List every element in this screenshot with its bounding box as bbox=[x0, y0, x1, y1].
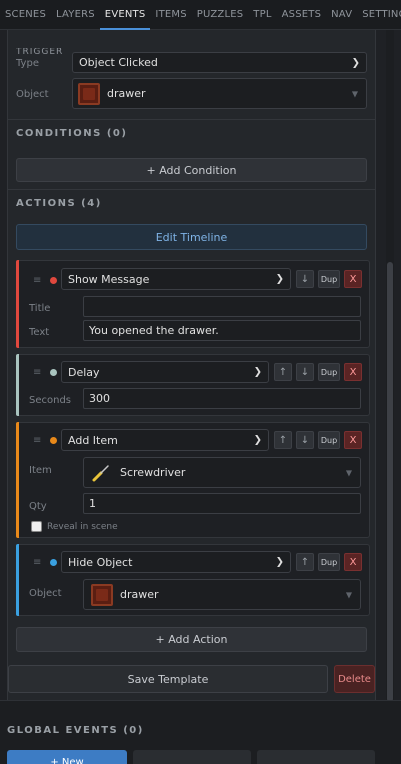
global-events-button-2[interactable] bbox=[133, 750, 251, 764]
drag-handle-icon[interactable]: ≡ bbox=[33, 435, 41, 446]
message-title-input[interactable] bbox=[83, 296, 361, 317]
trigger-type-label: Type bbox=[16, 58, 39, 69]
remove-action-button[interactable]: X bbox=[344, 431, 362, 449]
drag-handle-icon[interactable]: ≡ bbox=[33, 367, 41, 378]
reveal-in-scene-label: Reveal in scene bbox=[47, 522, 118, 532]
drag-handle-icon[interactable]: ≡ bbox=[33, 557, 41, 568]
duplicate-button[interactable]: Dup bbox=[318, 363, 340, 381]
item-picker[interactable]: Screwdriver ▼ bbox=[83, 457, 361, 488]
tab-assets[interactable]: ASSETS bbox=[277, 0, 327, 30]
action-type-select[interactable]: Show Message ❯ bbox=[61, 268, 291, 290]
drawer-thumbnail-icon bbox=[91, 584, 113, 606]
triangle-down-icon: ▼ bbox=[351, 89, 358, 98]
action-color-dot bbox=[50, 437, 57, 444]
remove-action-button[interactable]: X bbox=[344, 270, 362, 288]
chevron-down-icon: ❯ bbox=[351, 57, 360, 68]
reveal-in-scene-checkbox[interactable] bbox=[31, 521, 42, 532]
action-color-bar bbox=[16, 260, 19, 348]
triangle-down-icon: ▼ bbox=[345, 468, 352, 477]
edit-timeline-button[interactable]: Edit Timeline bbox=[16, 224, 367, 250]
action-type-select[interactable]: Hide Object ❯ bbox=[61, 551, 291, 573]
field-label-qty: Qty bbox=[29, 501, 47, 512]
drag-handle-icon[interactable]: ≡ bbox=[33, 275, 41, 286]
tab-nav[interactable]: NAV bbox=[326, 0, 357, 30]
field-label-title: Title bbox=[29, 303, 51, 314]
move-up-button[interactable]: ↑ bbox=[274, 363, 292, 381]
trigger-object-value: drawer bbox=[107, 87, 146, 100]
action-card-delay: ≡ Delay ❯ ↑ ↓ Dup X Seconds 300 bbox=[16, 354, 370, 416]
tab-items[interactable]: ITEMS bbox=[150, 0, 191, 30]
conditions-header: CONDITIONS (0) bbox=[16, 128, 128, 139]
tab-scenes[interactable]: SCENES bbox=[0, 0, 51, 30]
global-events-header: GLOBAL EVENTS (0) bbox=[7, 725, 144, 736]
delete-button[interactable]: Delete bbox=[334, 665, 375, 693]
trigger-type-value: Object Clicked bbox=[79, 56, 158, 69]
action-type-select[interactable]: Delay ❯ bbox=[61, 361, 269, 383]
save-template-button[interactable]: Save Template bbox=[8, 665, 328, 693]
action-type-value: Hide Object bbox=[68, 555, 133, 569]
global-events-button-3[interactable] bbox=[257, 750, 375, 764]
action-color-bar bbox=[16, 354, 19, 416]
actions-header: ACTIONS (4) bbox=[16, 198, 102, 209]
action-color-bar bbox=[16, 544, 19, 616]
tab-settings[interactable]: SETTINGS bbox=[357, 0, 401, 30]
hide-object-value: drawer bbox=[120, 588, 159, 601]
duplicate-button[interactable]: Dup bbox=[318, 270, 340, 288]
action-card-add-item: ≡ Add Item ❯ ↑ ↓ Dup X Item Screwdriver … bbox=[16, 422, 370, 538]
move-down-button[interactable]: ↓ bbox=[296, 363, 314, 381]
new-global-event-button[interactable]: + New bbox=[7, 750, 127, 764]
divider bbox=[8, 119, 375, 120]
trigger-object-picker[interactable]: drawer ▼ bbox=[72, 78, 367, 109]
divider bbox=[8, 189, 375, 190]
action-type-value: Delay bbox=[68, 365, 100, 379]
field-label-object: Object bbox=[29, 588, 62, 599]
action-color-dot bbox=[50, 559, 57, 566]
field-label-seconds: Seconds bbox=[29, 395, 72, 406]
trigger-header: TRIGGER bbox=[16, 48, 64, 56]
field-label-text: Text bbox=[29, 327, 50, 338]
trigger-type-select[interactable]: Object Clicked ❯ bbox=[72, 52, 367, 73]
chevron-down-icon: ❯ bbox=[253, 366, 262, 378]
chevron-down-icon: ❯ bbox=[253, 434, 262, 446]
action-color-dot bbox=[50, 277, 57, 284]
duplicate-button[interactable]: Dup bbox=[318, 431, 340, 449]
action-type-select[interactable]: Add Item ❯ bbox=[61, 429, 269, 451]
action-type-value: Add Item bbox=[68, 433, 118, 447]
qty-input[interactable]: 1 bbox=[83, 493, 361, 514]
move-down-button[interactable]: ↓ bbox=[296, 270, 314, 288]
move-up-button[interactable]: ↑ bbox=[274, 431, 292, 449]
action-card-show-message: ≡ Show Message ❯ ↓ Dup X Title Text You … bbox=[16, 260, 370, 348]
item-value: Screwdriver bbox=[120, 466, 186, 479]
scrollbar-thumb[interactable] bbox=[387, 262, 393, 702]
tab-events[interactable]: EVENTS bbox=[99, 0, 151, 30]
duplicate-button[interactable]: Dup bbox=[318, 553, 340, 571]
trigger-object-label: Object bbox=[16, 89, 49, 100]
top-tab-bar: SCENES LAYERS EVENTS ITEMS PUZZLES TPL A… bbox=[0, 0, 401, 30]
event-editor-panel: TRIGGER Type Object Clicked ❯ Object dra… bbox=[7, 30, 376, 700]
remove-action-button[interactable]: X bbox=[344, 363, 362, 381]
chevron-down-icon: ❯ bbox=[275, 556, 284, 568]
chevron-down-icon: ❯ bbox=[275, 273, 284, 285]
action-color-dot bbox=[50, 369, 57, 376]
add-condition-button[interactable]: + Add Condition bbox=[16, 158, 367, 182]
remove-action-button[interactable]: X bbox=[344, 553, 362, 571]
triangle-down-icon: ▼ bbox=[345, 590, 352, 599]
move-up-button[interactable]: ↑ bbox=[296, 553, 314, 571]
add-action-button[interactable]: + Add Action bbox=[16, 627, 367, 652]
field-label-item: Item bbox=[29, 465, 52, 476]
message-text-input[interactable]: You opened the drawer. bbox=[83, 320, 361, 341]
action-card-hide-object: ≡ Hide Object ❯ ↑ Dup X Object drawer ▼ bbox=[16, 544, 370, 616]
move-down-button[interactable]: ↓ bbox=[296, 431, 314, 449]
tab-layers[interactable]: LAYERS bbox=[51, 0, 100, 30]
drawer-thumbnail-icon bbox=[78, 83, 100, 105]
delay-seconds-input[interactable]: 300 bbox=[83, 388, 361, 409]
tab-puzzles[interactable]: PUZZLES bbox=[192, 0, 249, 30]
action-type-value: Show Message bbox=[68, 272, 150, 286]
tab-tpl[interactable]: TPL bbox=[248, 0, 276, 30]
screwdriver-icon bbox=[92, 465, 109, 482]
action-color-bar bbox=[16, 422, 19, 538]
hide-object-picker[interactable]: drawer ▼ bbox=[83, 579, 361, 610]
